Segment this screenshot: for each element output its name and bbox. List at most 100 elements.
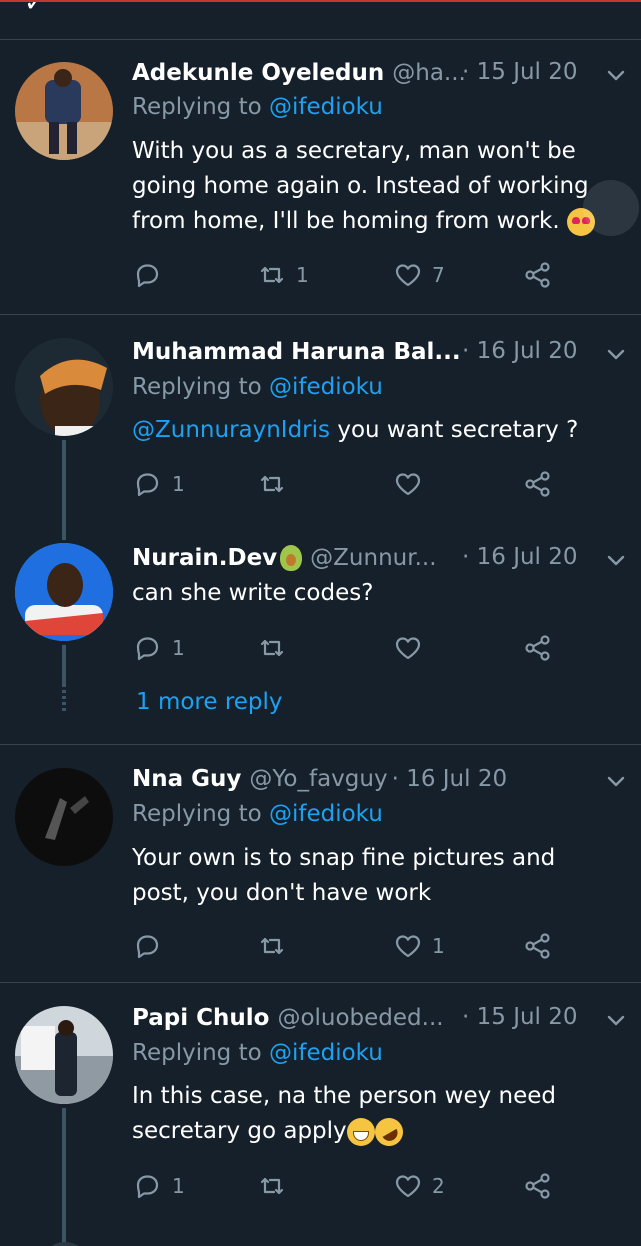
display-name[interactable]: Nna Guy	[132, 766, 241, 792]
heart-icon	[395, 1175, 421, 1198]
share-button[interactable]	[524, 467, 552, 501]
more-replies-link[interactable]: 1 more reply	[136, 689, 283, 715]
tweet-line-text: secretary go apply	[132, 1118, 347, 1144]
page-title: Tweet	[132, 2, 219, 8]
top-bar: ✓ Tweet	[0, 0, 641, 40]
share-button[interactable]	[524, 258, 552, 292]
like-button[interactable]: 1	[394, 929, 445, 963]
chevron-down-icon[interactable]	[606, 772, 626, 792]
tweet-date[interactable]: · 16 Jul 20	[462, 544, 578, 570]
display-name[interactable]: Papi Chulo	[132, 1005, 269, 1031]
chevron-down-icon[interactable]	[606, 66, 626, 86]
avatar[interactable]	[15, 338, 113, 436]
scroll-indicator[interactable]	[583, 180, 639, 236]
like-button[interactable]: 2	[394, 1169, 445, 1203]
tweet-date[interactable]: · 15 Jul 20	[462, 1004, 578, 1030]
retweet-button[interactable]	[258, 467, 296, 501]
share-button[interactable]	[524, 631, 552, 665]
reply-count: 1	[172, 636, 185, 660]
heart-icon	[395, 935, 421, 958]
avatar-photo	[15, 338, 113, 436]
tweet-text: can she write codes?	[132, 580, 374, 606]
heart-icon	[395, 264, 421, 287]
share-icon	[525, 1173, 550, 1199]
tweet-date[interactable]: · 16 Jul 20	[462, 338, 578, 364]
retweet-button[interactable]	[258, 929, 296, 963]
chevron-down-icon[interactable]	[606, 551, 626, 571]
share-icon	[525, 635, 550, 661]
like-button[interactable]: 7	[394, 258, 445, 292]
like-count: 2	[432, 1174, 445, 1198]
retweet-icon	[260, 475, 284, 493]
like-count: 7	[432, 263, 445, 287]
replying-label: Replying to	[132, 1040, 269, 1066]
display-name[interactable]: Nurain.Dev	[132, 545, 277, 571]
replying-to: Replying to @ifedioku	[132, 1040, 383, 1066]
avatar-photo	[15, 62, 113, 160]
retweet-button[interactable]	[258, 631, 296, 665]
next-tweet-edge	[0, 1238, 641, 1246]
tweet-header: Papi Chulo @oluobeded...	[132, 1001, 444, 1035]
chevron-down-icon[interactable]	[606, 345, 626, 365]
avatar[interactable]	[15, 768, 113, 866]
heart-icon	[395, 637, 421, 660]
replying-mention[interactable]: @ifedioku	[269, 94, 383, 120]
like-count: 1	[432, 934, 445, 958]
grinning-emoji	[346, 1117, 375, 1146]
retweet-icon	[260, 639, 284, 657]
avatar[interactable]	[40, 1242, 90, 1246]
share-icon	[525, 471, 550, 497]
retweet-button[interactable]: 1	[258, 258, 309, 292]
retweet-icon	[260, 266, 284, 284]
tweet-actions: 1	[0, 929, 641, 963]
reply-count: 1	[172, 1174, 185, 1198]
tweet-date[interactable]: · 16 Jul 20	[392, 766, 508, 792]
share-icon	[525, 262, 550, 288]
reply-button[interactable]	[134, 258, 172, 292]
share-button[interactable]	[524, 929, 552, 963]
reply-button[interactable]	[134, 929, 172, 963]
replying-to: Replying to @ifedioku	[132, 801, 383, 827]
like-button[interactable]	[394, 467, 432, 501]
display-name[interactable]: Muhammad Haruna Bal...	[132, 339, 461, 365]
tweet-line: In this case, na the person wey need	[132, 1083, 556, 1109]
user-handle[interactable]: @Zunnur...	[310, 545, 436, 571]
reply-button[interactable]: 1	[134, 467, 185, 501]
reply-button[interactable]: 1	[134, 1169, 185, 1203]
divider	[0, 314, 641, 315]
tweet-actions: 1 7	[0, 258, 641, 292]
tweet-date[interactable]: · 15 Jul 20	[462, 59, 578, 85]
replying-mention[interactable]: @ifedioku	[269, 1040, 383, 1066]
tweet-line: post, you don't have work	[132, 880, 432, 906]
display-name[interactable]: Adekunle Oyeledun	[132, 60, 384, 86]
chevron-down-icon[interactable]	[606, 1011, 626, 1031]
share-button[interactable]	[524, 1169, 552, 1203]
avatar-photo	[15, 768, 113, 866]
mention-link[interactable]: @ZunnuraynIdris	[132, 417, 330, 443]
tweet-line: going home again o. Instead of working	[132, 173, 589, 199]
tweet-text: In this case, na the person wey need sec…	[132, 1079, 622, 1151]
replying-mention[interactable]: @ifedioku	[269, 374, 383, 400]
divider	[0, 982, 641, 983]
tweet-line-text: you want secretary ?	[330, 417, 579, 443]
user-handle[interactable]: @Yo_favguy	[249, 766, 387, 792]
user-handle[interactable]: @ha...	[392, 60, 466, 86]
like-button[interactable]	[394, 631, 432, 665]
divider	[0, 744, 641, 745]
reply-icon	[136, 935, 159, 959]
retweet-count: 1	[296, 263, 309, 287]
replying-label: Replying to	[132, 94, 269, 120]
user-handle[interactable]: @oluobeded...	[277, 1005, 443, 1031]
reply-button[interactable]: 1	[134, 631, 185, 665]
tweet-actions: 1	[0, 631, 641, 665]
retweet-button[interactable]	[258, 1169, 296, 1203]
avatar[interactable]	[15, 62, 113, 160]
thread-dots	[62, 690, 66, 714]
tweet-header: Nna Guy @Yo_favguy · 16 Jul 20	[132, 762, 507, 796]
replying-mention[interactable]: @ifedioku	[269, 801, 383, 827]
avatar[interactable]	[15, 543, 113, 641]
back-arrow-icon[interactable]: ✓	[24, 2, 46, 18]
tweet-text: With you as a secretary, man won't be go…	[132, 134, 632, 239]
replying-label: Replying to	[132, 374, 269, 400]
avatar[interactable]	[15, 1006, 113, 1104]
